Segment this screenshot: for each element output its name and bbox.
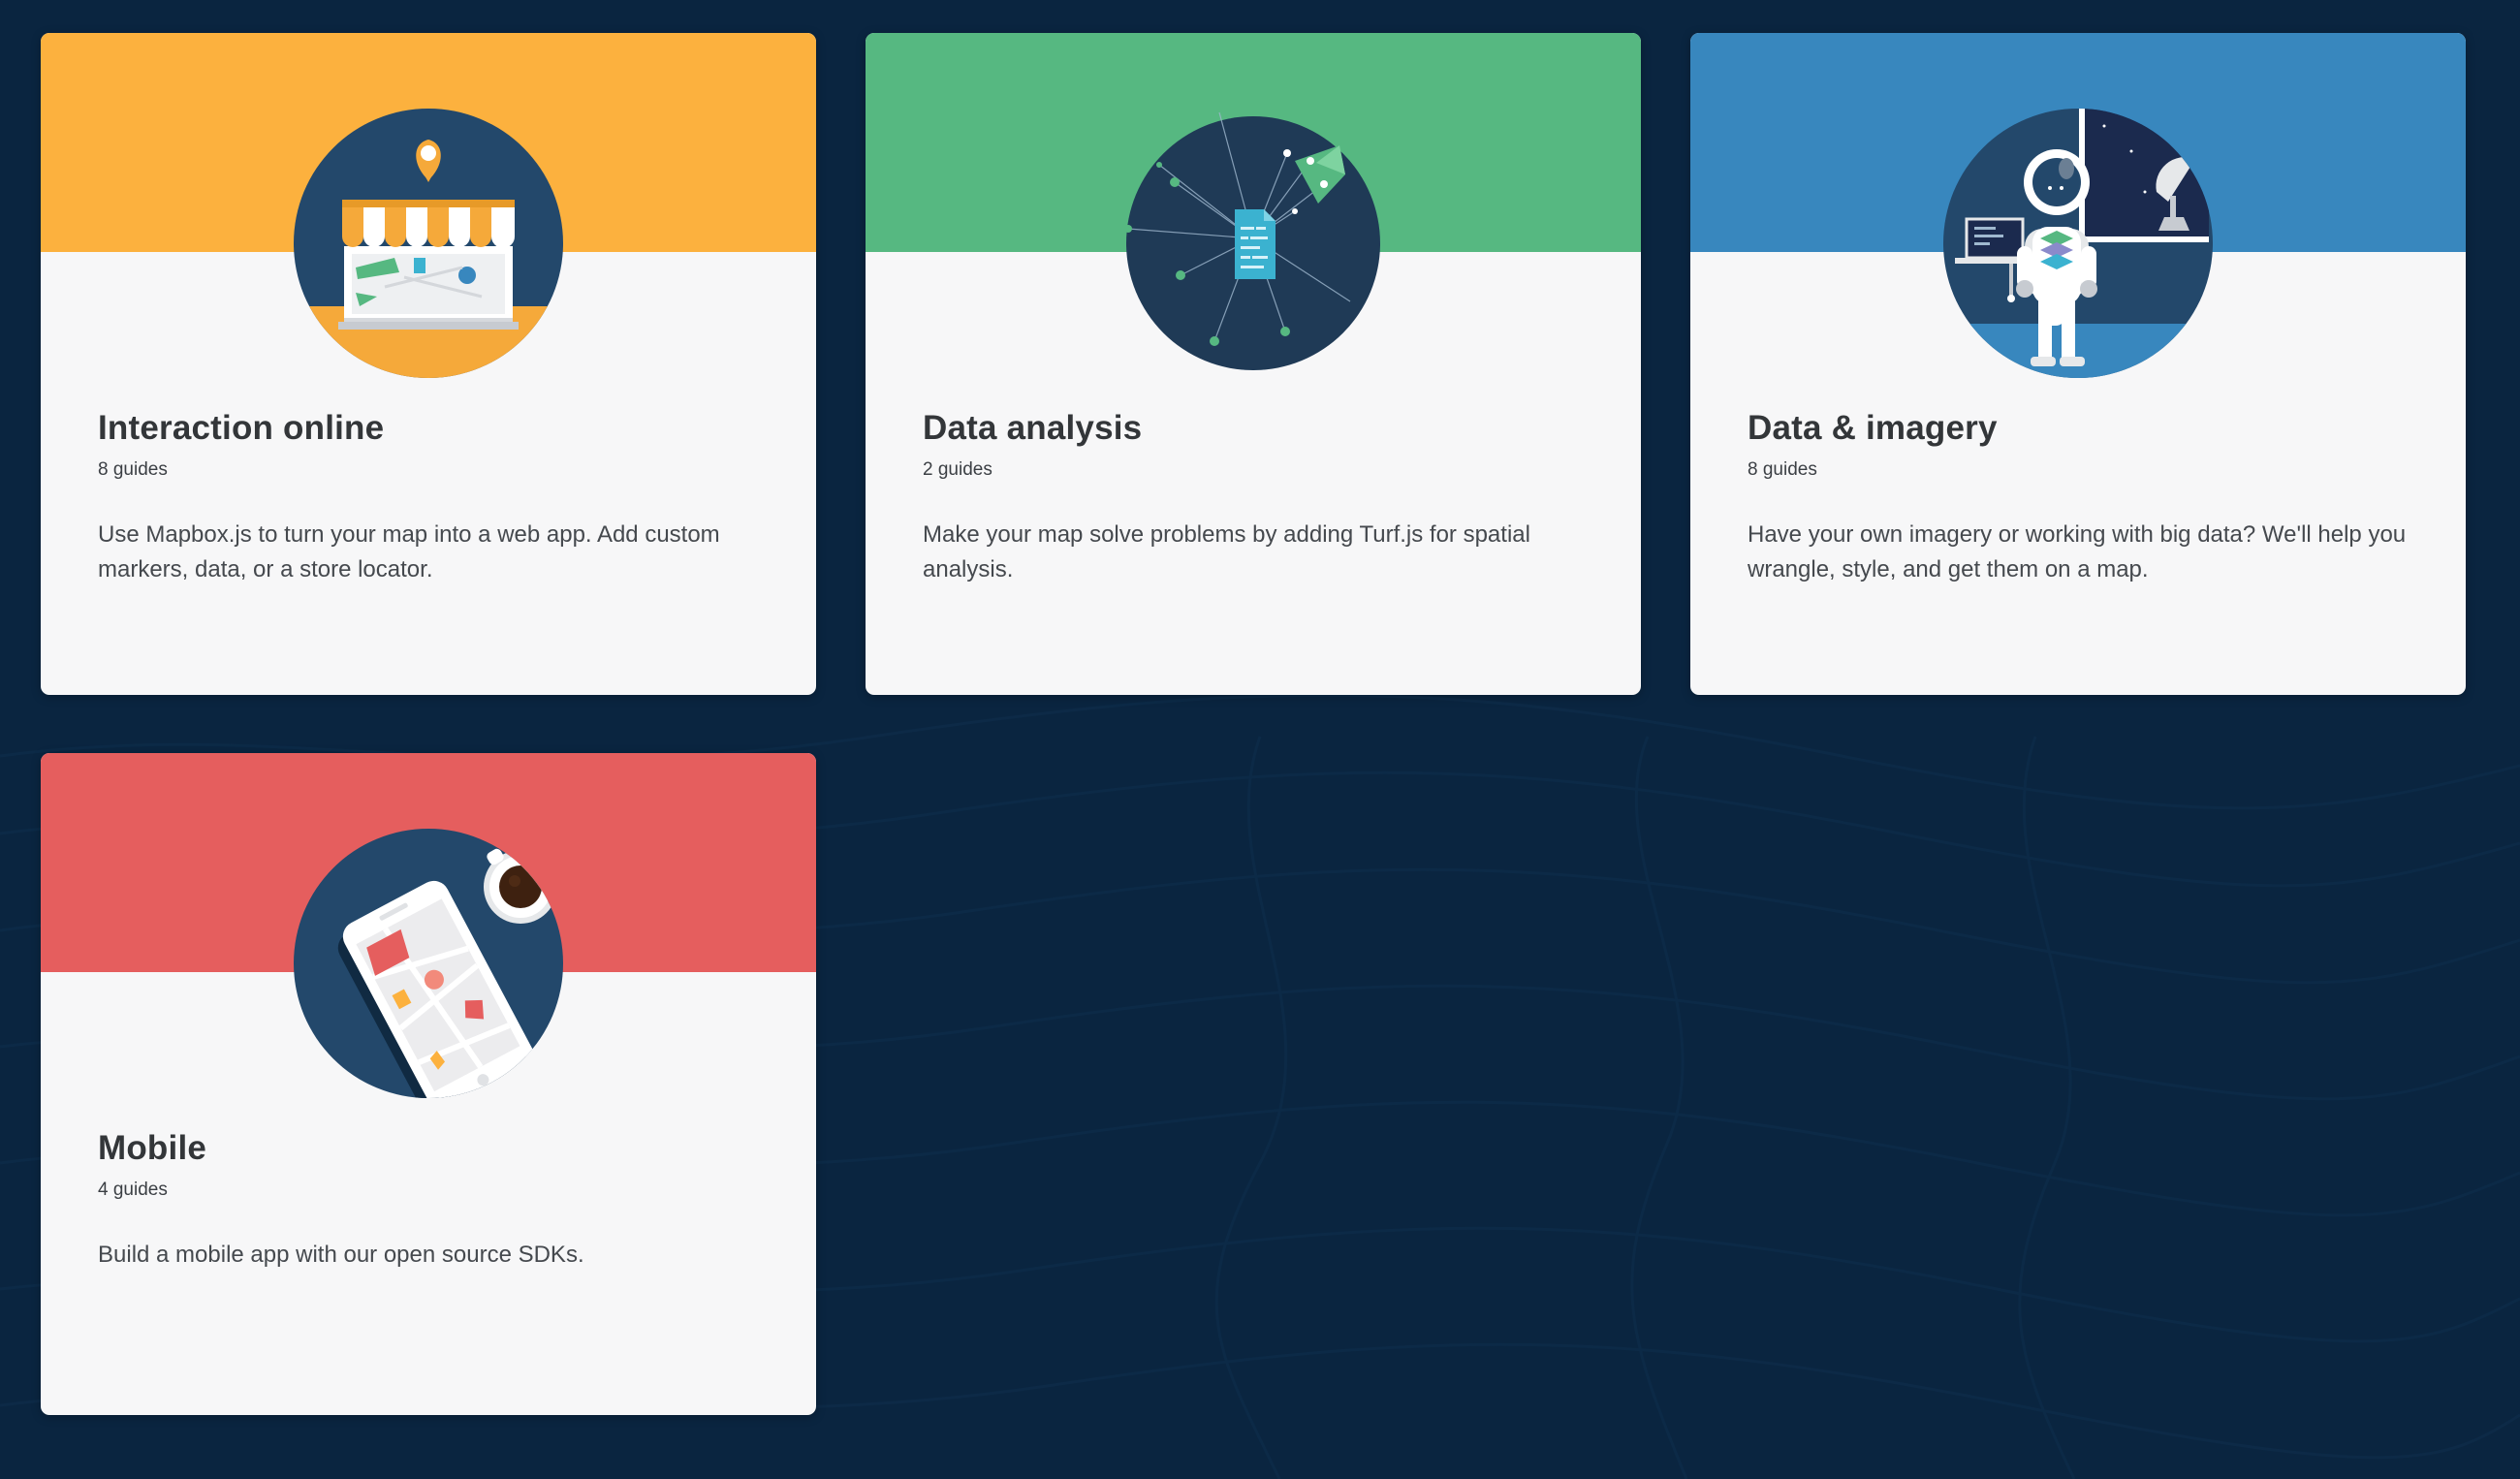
- guide-count: 8 guides: [1748, 459, 1817, 480]
- card-title: Interaction online: [98, 409, 385, 447]
- category-card-mobile[interactable]: Mobile 4 guides Build a mobile app with …: [41, 753, 816, 1415]
- guide-count: 8 guides: [98, 459, 168, 480]
- category-card-data-analysis[interactable]: Data analysis 2 guides Make your map sol…: [866, 33, 1641, 695]
- mobile-phone-icon: [288, 823, 569, 1104]
- card-title: Data analysis: [923, 409, 1143, 447]
- astronaut-icon: [1937, 103, 2219, 384]
- card-description: Make your map solve problems by adding T…: [923, 521, 1530, 582]
- category-card-data-imagery[interactable]: Data & imagery 8 guides Have your own im…: [1690, 33, 2466, 695]
- card-title: Mobile: [98, 1129, 207, 1167]
- guide-count: 2 guides: [923, 459, 992, 480]
- category-card-interaction-online[interactable]: Interaction online 8 guides Use Mapbox.j…: [41, 33, 816, 695]
- card-description: Build a mobile app with our open source …: [98, 1242, 584, 1268]
- storefront-icon: [288, 103, 569, 384]
- card-description: Have your own imagery or working with bi…: [1748, 521, 2407, 582]
- guide-count: 4 guides: [98, 1180, 168, 1200]
- card-description: Use Mapbox.js to turn your map into a we…: [98, 521, 720, 582]
- card-title: Data & imagery: [1748, 409, 1998, 447]
- data-network-icon: [1113, 103, 1394, 384]
